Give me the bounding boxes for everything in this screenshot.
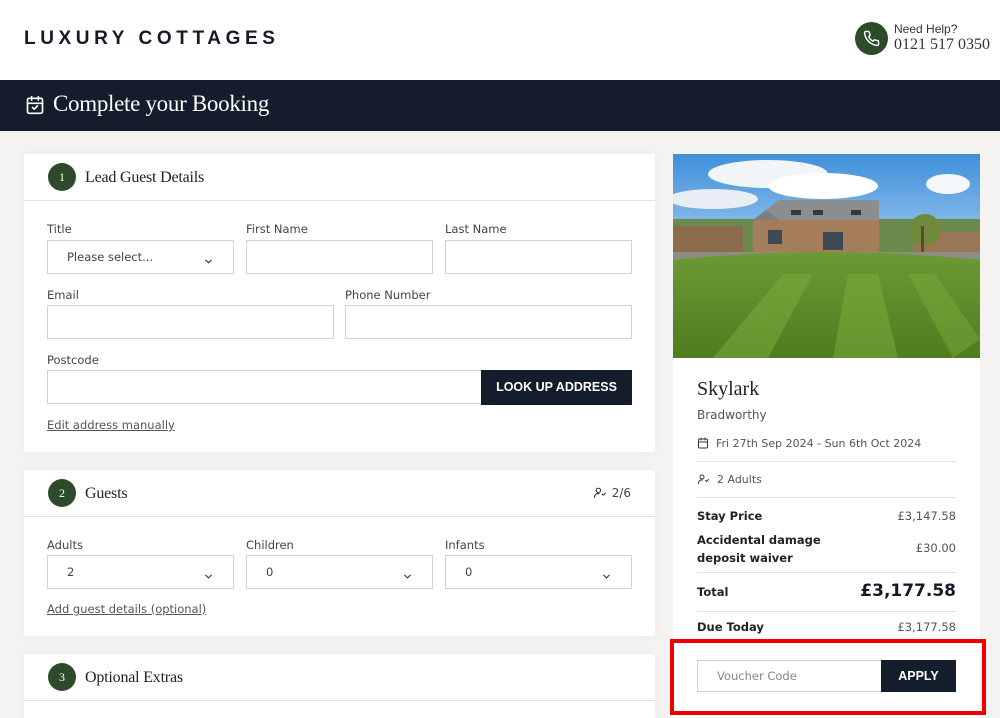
postcode-field[interactable] <box>47 370 483 404</box>
adults-select[interactable]: 2 <box>47 555 234 589</box>
booking-summary: Skylark Bradworthy Fri 27th Sep 2024 - S… <box>673 154 980 718</box>
stay-guests: 2 Adults <box>697 473 762 486</box>
step-number: 1 <box>48 163 76 191</box>
guests-card: 2 Guests 2/6 Adults 2 Children 0 Infants… <box>24 470 655 636</box>
chevron-down-icon <box>203 252 214 271</box>
infants-select[interactable]: 0 <box>445 555 632 589</box>
phone-icon[interactable] <box>855 22 888 55</box>
infants-value: 0 <box>465 565 473 579</box>
infants-label: Infants <box>445 538 485 552</box>
guest-count: 2/6 <box>593 486 631 500</box>
stay-price-label: Stay Price <box>697 509 763 523</box>
calendar-check-icon <box>25 95 45 119</box>
optional-extras-header[interactable]: 3 Optional Extras <box>24 654 655 701</box>
site-logo[interactable]: LUXURY COTTAGES <box>24 28 280 50</box>
stay-price-value: £3,147.58 <box>897 509 956 523</box>
phone-field[interactable] <box>345 305 632 339</box>
last-name-label: Last Name <box>445 222 507 236</box>
page-title: Complete your Booking <box>53 91 270 116</box>
chevron-down-icon <box>203 567 214 586</box>
deposit-value: £30.00 <box>915 541 956 555</box>
title-select-value: Please select... <box>67 250 154 264</box>
title-select[interactable]: Please select... <box>47 240 234 274</box>
look-up-address-button[interactable]: LOOK UP ADDRESS <box>481 370 632 405</box>
site-header: LUXURY COTTAGES Need Help? 0121 517 0350 <box>0 0 1000 80</box>
highlight-box <box>670 639 986 715</box>
calendar-icon <box>698 437 708 449</box>
first-name-field[interactable] <box>246 240 433 274</box>
children-label: Children <box>246 538 294 552</box>
step-number: 3 <box>48 663 76 691</box>
stay-guests-value: 2 Adults <box>717 473 762 486</box>
email-label: Email <box>47 288 79 302</box>
property-name: Skylark <box>697 378 760 400</box>
adults-label: Adults <box>47 538 83 552</box>
stay-dates-value: Fri 27th Sep 2024 - Sun 6th Oct 2024 <box>716 437 922 450</box>
add-guest-details-link[interactable]: Add guest details (optional) <box>47 602 206 616</box>
email-field[interactable] <box>47 305 334 339</box>
step-title: Optional Extras <box>85 669 183 686</box>
divider <box>697 461 956 462</box>
divider <box>697 497 956 498</box>
chevron-down-icon <box>402 567 413 586</box>
divider <box>697 572 956 573</box>
lead-guest-header: 1 Lead Guest Details <box>24 154 655 201</box>
deposit-label: Accidental damage deposit waiver <box>697 533 821 565</box>
first-name-label: First Name <box>246 222 308 236</box>
step-title: Lead Guest Details <box>85 169 205 186</box>
due-today-value: £3,177.58 <box>897 620 956 634</box>
title-label: Title <box>47 222 72 236</box>
edit-address-manually-link[interactable]: Edit address manually <box>47 418 175 432</box>
lead-guest-card: 1 Lead Guest Details Title Please select… <box>24 154 655 452</box>
adults-value: 2 <box>67 565 75 579</box>
children-value: 0 <box>266 565 274 579</box>
due-today-label: Due Today <box>697 620 764 634</box>
phone-label: Phone Number <box>345 288 431 302</box>
chevron-down-icon <box>601 567 612 586</box>
property-photo <box>673 154 980 358</box>
step-title: Guests <box>85 485 128 502</box>
page-banner: Complete your Booking <box>0 80 1000 131</box>
total-label: Total <box>697 585 729 599</box>
optional-extras-card: 3 Optional Extras <box>24 654 655 718</box>
step-number: 2 <box>48 479 76 507</box>
stay-dates: Fri 27th Sep 2024 - Sun 6th Oct 2024 <box>697 437 921 450</box>
children-select[interactable]: 0 <box>246 555 433 589</box>
help-title: Need Help? <box>894 22 958 36</box>
last-name-field[interactable] <box>445 240 632 274</box>
total-value: £3,177.58 <box>860 581 956 601</box>
divider <box>697 611 956 612</box>
property-location: Bradworthy <box>697 408 767 422</box>
help-phone-number[interactable]: 0121 517 0350 <box>894 36 990 54</box>
postcode-label: Postcode <box>47 353 99 367</box>
guests-icon <box>698 474 709 484</box>
guests-icon <box>593 487 606 498</box>
guests-header: 2 Guests 2/6 <box>24 470 655 517</box>
guest-count-value: 2/6 <box>611 486 631 500</box>
